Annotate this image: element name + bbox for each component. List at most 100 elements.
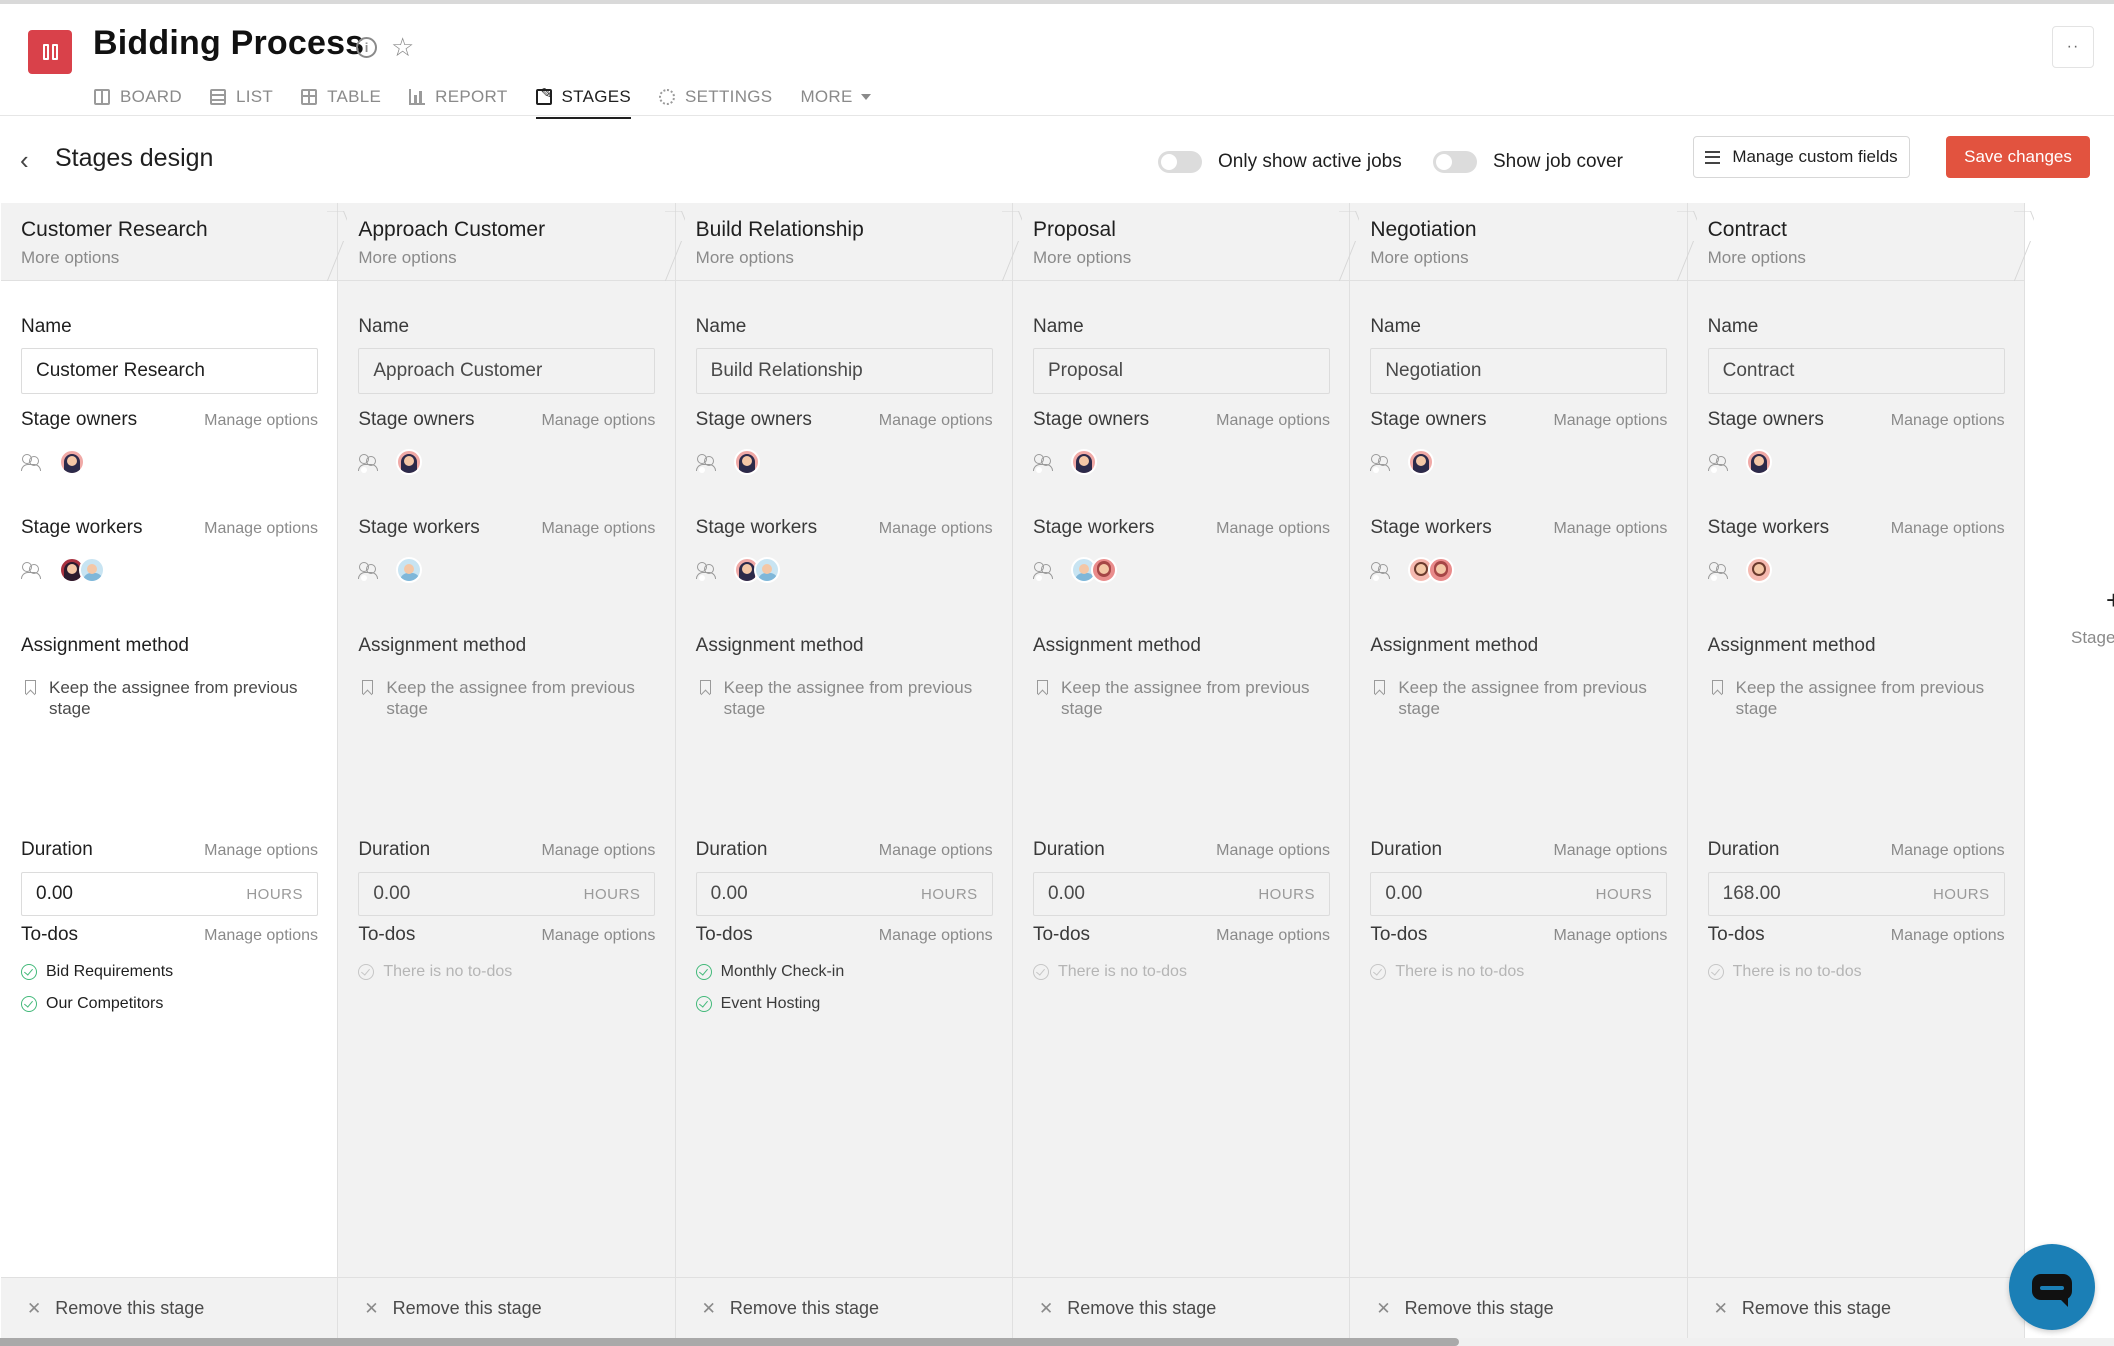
avatar[interactable]: [1070, 449, 1097, 475]
more-options-link[interactable]: More options: [1033, 248, 1329, 268]
manage-options-link[interactable]: Manage options: [879, 412, 993, 430]
todo-item[interactable]: Our Competitors: [21, 988, 318, 1020]
stage-name-input[interactable]: Negotiation: [1370, 348, 1668, 394]
duration-input[interactable]: 168.00 HOURS: [1707, 872, 2005, 916]
remove-stage-button[interactable]: ✕ Remove this stage: [675, 1277, 1012, 1339]
manage-options-link[interactable]: Manage options: [204, 520, 318, 538]
people-icon[interactable]: [358, 453, 380, 471]
people-icon[interactable]: [1370, 561, 1392, 579]
stage-name-input[interactable]: Proposal: [1032, 348, 1330, 394]
stage-owners-avatars[interactable]: [1707, 449, 1772, 475]
duration-input[interactable]: 0.00 HOURS: [358, 872, 656, 916]
todo-item[interactable]: Bid Requirements: [21, 956, 318, 988]
avatar[interactable]: [733, 449, 760, 475]
manage-options-link[interactable]: Manage options: [1891, 412, 2005, 430]
duration-input[interactable]: 0.00 HOURS: [1032, 872, 1330, 916]
manage-options-link[interactable]: Manage options: [1216, 842, 1330, 860]
assignment-method-option[interactable]: Keep the assignee from previous stage: [1033, 677, 1323, 719]
manage-options-link[interactable]: Manage options: [1891, 520, 2005, 538]
assignment-method-option[interactable]: Keep the assignee from previous stage: [1370, 677, 1660, 719]
avatar[interactable]: [79, 557, 105, 583]
stage-column[interactable]: Approach Customer More options Name Appr…: [338, 203, 676, 1339]
manage-options-link[interactable]: Manage options: [1891, 842, 2005, 860]
job-cover-toggle[interactable]: [1433, 151, 1477, 173]
people-icon[interactable]: [695, 561, 718, 579]
people-icon[interactable]: [1032, 453, 1055, 471]
avatar[interactable]: [753, 557, 780, 583]
duration-input[interactable]: 0.00 HOURS: [695, 872, 993, 916]
people-icon[interactable]: [358, 561, 380, 579]
manage-options-link[interactable]: Manage options: [541, 842, 655, 860]
stage-column[interactable]: Negotiation More options Name Negotiatio…: [1350, 203, 1688, 1339]
remove-stage-button[interactable]: ✕ Remove this stage: [1012, 1277, 1350, 1339]
more-options-link[interactable]: More options: [1370, 248, 1666, 268]
remove-stage-button[interactable]: ✕ Remove this stage: [1350, 1277, 1687, 1339]
assignment-method-option[interactable]: Keep the assignee from previous stage: [358, 677, 648, 719]
people-icon[interactable]: [1032, 561, 1055, 579]
avatar[interactable]: [1745, 557, 1772, 583]
manage-options-link[interactable]: Manage options: [1553, 842, 1667, 860]
add-stage-column[interactable]: + Stage kn: [2026, 203, 2114, 1339]
manage-options-link[interactable]: Manage options: [1216, 520, 1330, 538]
remove-stage-button[interactable]: ✕ Remove this stage: [1, 1277, 338, 1339]
stage-owners-avatars[interactable]: [1370, 449, 1435, 475]
stage-name-input[interactable]: Customer Research: [21, 348, 318, 394]
star-icon[interactable]: ☆: [391, 34, 414, 60]
people-icon[interactable]: [1370, 453, 1392, 471]
nav-more[interactable]: MORE: [800, 78, 871, 116]
stage-header[interactable]: Build Relationship More options: [675, 203, 1012, 281]
remove-stage-button[interactable]: ✕ Remove this stage: [338, 1277, 675, 1339]
stage-column[interactable]: Build Relationship More options Name Bui…: [675, 203, 1013, 1339]
nav-list[interactable]: LIST: [209, 78, 273, 116]
people-icon[interactable]: [1707, 561, 1730, 579]
more-options-link[interactable]: More options: [358, 248, 654, 268]
stage-header[interactable]: Negotiation More options: [1350, 203, 1687, 281]
manage-options-link[interactable]: Manage options: [204, 927, 318, 945]
todo-item[interactable]: Event Hosting: [695, 988, 993, 1020]
todo-item[interactable]: Monthly Check-in: [695, 956, 993, 988]
manage-options-link[interactable]: Manage options: [541, 927, 655, 945]
manage-options-link[interactable]: Manage options: [204, 842, 318, 860]
avatar[interactable]: [1745, 449, 1772, 475]
manage-options-link[interactable]: Manage options: [541, 520, 655, 538]
stage-header[interactable]: Approach Customer More options: [338, 203, 675, 281]
stage-name-input[interactable]: Contract: [1707, 348, 2005, 394]
nav-board[interactable]: BOARD: [94, 78, 182, 116]
nav-stages[interactable]: STAGES: [535, 78, 632, 119]
stage-column[interactable]: Customer Research More options Name Cust…: [1, 203, 339, 1339]
add-stage-plus-icon[interactable]: +: [2106, 585, 2114, 616]
stage-workers-avatars[interactable]: [1370, 557, 1455, 583]
nav-settings[interactable]: SETTINGS: [659, 78, 772, 116]
assignment-method-option[interactable]: Keep the assignee from previous stage: [696, 677, 986, 719]
stage-name-input[interactable]: Approach Customer: [358, 348, 656, 394]
manage-options-link[interactable]: Manage options: [1216, 927, 1330, 945]
stage-column[interactable]: Contract More options Name Contract Stag…: [1687, 203, 2025, 1339]
manage-options-link[interactable]: Manage options: [879, 927, 993, 945]
people-icon[interactable]: [695, 453, 718, 471]
save-changes-button[interactable]: Save changes: [1946, 136, 2090, 178]
more-options-link[interactable]: More options: [1708, 248, 2004, 268]
duration-input[interactable]: 0.00 HOURS: [1370, 872, 1668, 916]
manage-options-link[interactable]: Manage options: [879, 842, 993, 860]
nav-report[interactable]: REPORT: [409, 78, 507, 116]
people-icon[interactable]: [21, 561, 43, 579]
people-icon[interactable]: [1707, 453, 1730, 471]
people-icon[interactable]: [21, 453, 43, 471]
manage-options-link[interactable]: Manage options: [1216, 412, 1330, 430]
more-options-link[interactable]: More options: [21, 248, 317, 268]
avatar[interactable]: [1428, 557, 1455, 583]
stage-workers-avatars[interactable]: [21, 557, 105, 583]
back-chevron-icon[interactable]: ‹: [20, 147, 29, 173]
chat-button[interactable]: [2009, 1244, 2095, 1330]
horizontal-scrollbar[interactable]: [0, 1338, 2114, 1346]
stage-workers-avatars[interactable]: [1707, 557, 1772, 583]
nav-table[interactable]: TABLE: [301, 78, 381, 116]
stage-header[interactable]: Contract More options: [1687, 203, 2024, 281]
more-options-link[interactable]: More options: [696, 248, 992, 268]
stage-owners-avatars[interactable]: [1032, 449, 1097, 475]
stage-owners-avatars[interactable]: [695, 449, 760, 475]
manage-options-link[interactable]: Manage options: [204, 412, 318, 430]
assignment-method-option[interactable]: Keep the assignee from previous stage: [1708, 677, 1998, 719]
stage-owners-avatars[interactable]: [358, 449, 423, 475]
stage-header[interactable]: Proposal More options: [1012, 203, 1350, 281]
